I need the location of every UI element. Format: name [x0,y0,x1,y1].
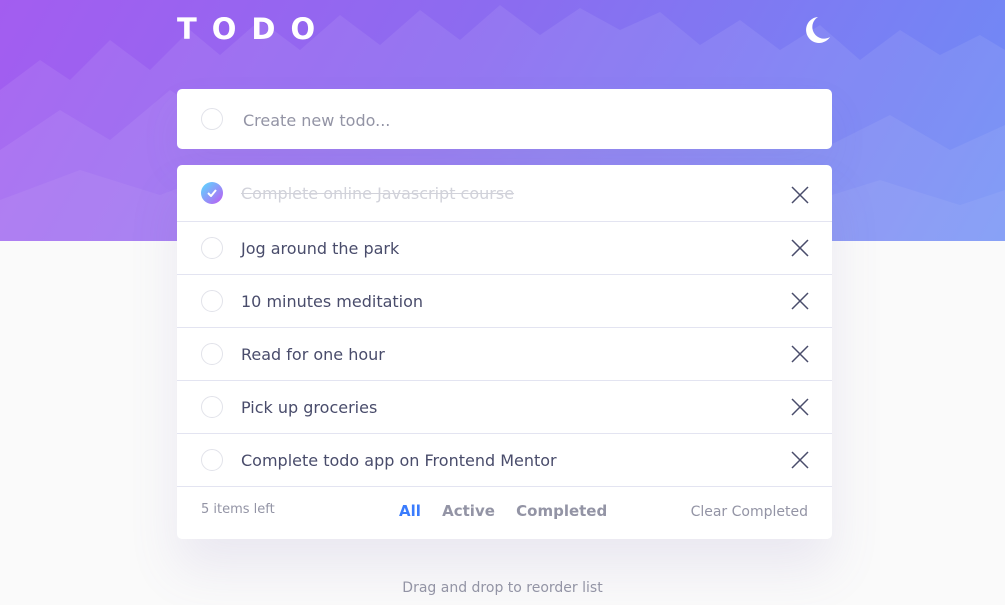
moon-icon [806,17,830,43]
close-icon [791,451,809,469]
close-icon [791,345,809,363]
todo-checkbox[interactable] [201,396,223,418]
todo-item[interactable]: Jog around the park [177,222,832,275]
app-title: TODO [177,12,331,46]
todo-text: Jog around the park [241,239,400,258]
delete-button[interactable] [790,397,810,417]
todo-list-card: Complete online Javascript course Jog ar… [177,165,832,539]
drag-hint: Drag and drop to reorder list [402,580,603,596]
clear-completed-button[interactable]: Clear Completed [691,486,808,538]
delete-button[interactable] [790,450,810,470]
close-icon [791,398,809,416]
theme-toggle-button[interactable] [802,14,832,48]
list-footer: 5 items left All Active Completed Clear … [177,486,832,539]
delete-button[interactable] [790,238,810,258]
todo-text: Read for one hour [241,345,385,364]
todo-item[interactable]: Pick up groceries [177,381,832,434]
todo-text: Complete todo app on Frontend Mentor [241,451,557,470]
todo-item[interactable]: 10 minutes meditation [177,275,832,328]
filter-active[interactable]: Active [442,502,495,520]
todo-item[interactable]: Complete todo app on Frontend Mentor [177,434,832,487]
check-icon [207,189,217,197]
todo-text: 10 minutes meditation [241,292,424,311]
close-icon [791,186,809,204]
todo-text: Complete online Javascript course [241,184,515,203]
app-header: TODO [177,10,832,50]
todo-checkbox[interactable] [201,237,223,259]
delete-button[interactable] [790,291,810,311]
todo-checkbox-checked[interactable] [201,182,223,204]
create-todo-card [177,89,832,149]
delete-button[interactable] [790,344,810,364]
create-checkbox[interactable] [201,108,223,130]
filter-completed[interactable]: Completed [516,502,607,520]
todo-checkbox[interactable] [201,343,223,365]
todo-checkbox[interactable] [201,449,223,471]
filter-group: All Active Completed [399,486,623,536]
todo-checkbox[interactable] [201,290,223,312]
todo-item[interactable]: Complete online Javascript course [177,165,832,222]
todo-text: Pick up groceries [241,398,378,417]
todo-item[interactable]: Read for one hour [177,328,832,381]
close-icon [791,292,809,310]
filter-all[interactable]: All [399,502,421,520]
create-todo-input[interactable] [241,103,805,137]
delete-button[interactable] [790,185,810,205]
close-icon [791,239,809,257]
items-left-count: 5 items left [201,502,275,517]
